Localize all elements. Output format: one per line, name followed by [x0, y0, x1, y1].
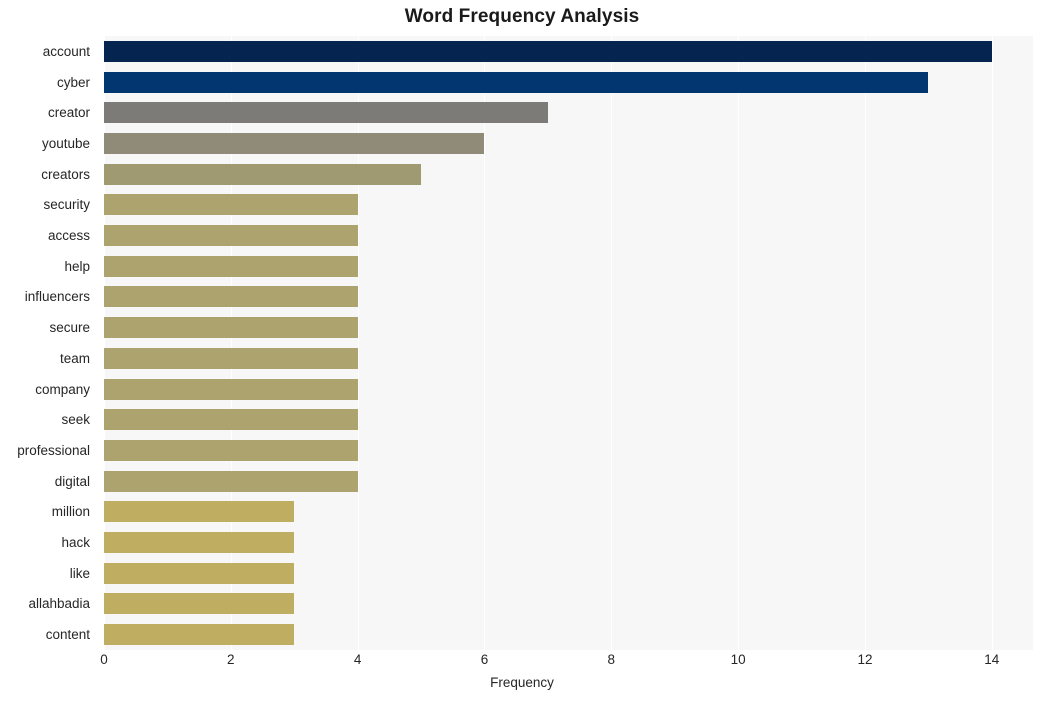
- x-tick-label: 4: [353, 652, 362, 667]
- y-tick-label: like: [69, 565, 90, 581]
- word-frequency-chart: Word Frequency Analysis account cyber crea…: [0, 0, 1044, 701]
- x-tick-label: 2: [227, 652, 235, 667]
- plot-area: [104, 36, 1033, 650]
- y-tick-label: company: [35, 381, 90, 397]
- x-tick-label: 10: [730, 652, 746, 667]
- bar: [104, 194, 358, 216]
- bar: [104, 40, 992, 62]
- y-tick-label: help: [64, 258, 90, 274]
- x-gridline: [738, 36, 740, 650]
- x-gridline: [611, 36, 613, 650]
- y-tick-label: creator: [47, 105, 90, 121]
- x-gridline: [104, 36, 105, 650]
- y-tick-label: seek: [61, 412, 90, 428]
- y-tick-label: professional: [17, 442, 90, 458]
- bar: [104, 317, 358, 339]
- y-tick-label: content: [45, 627, 90, 643]
- bar: [104, 132, 485, 154]
- bar: [104, 593, 295, 615]
- y-tick-label: secure: [49, 320, 90, 336]
- bar: [104, 347, 358, 369]
- y-tick-label: team: [59, 350, 90, 366]
- x-tick-label: 6: [480, 652, 489, 667]
- x-tick-label: 12: [857, 652, 873, 667]
- bar: [104, 102, 548, 124]
- bar: [104, 470, 358, 492]
- bar: [104, 255, 358, 277]
- x-tick-label: 8: [607, 652, 616, 667]
- bar: [104, 532, 295, 554]
- bar: [104, 501, 295, 523]
- bar: [104, 225, 358, 247]
- bar: [104, 378, 358, 400]
- bar: [104, 439, 358, 461]
- bar: [104, 562, 295, 584]
- x-tick-label: 14: [984, 652, 1000, 667]
- x-gridline: [357, 36, 359, 650]
- y-tick-label: influencers: [24, 289, 90, 305]
- y-tick-label: access: [47, 228, 90, 244]
- y-axis-labels: account cyber creator youtube creators securi…: [0, 36, 98, 650]
- y-tick-label: youtube: [41, 135, 90, 151]
- x-gridline: [484, 36, 486, 650]
- y-tick-label: cyber: [56, 74, 90, 90]
- x-gridline: [991, 36, 993, 650]
- bar: [104, 71, 929, 93]
- y-tick-label: million: [51, 504, 90, 520]
- y-tick-label: security: [43, 197, 90, 213]
- chart-title: Word Frequency Analysis: [404, 6, 640, 27]
- x-axis-title: Frequency: [490, 675, 554, 690]
- x-tick-label: 0: [100, 652, 108, 667]
- bar: [104, 624, 295, 646]
- y-tick-label: allahbadia: [28, 596, 90, 612]
- bar: [104, 409, 358, 431]
- y-tick-label: hack: [61, 535, 90, 551]
- y-tick-label: digital: [54, 473, 90, 489]
- x-gridline: [864, 36, 866, 650]
- y-tick-label: account: [42, 43, 90, 59]
- y-tick-label: creators: [41, 166, 90, 182]
- bar: [104, 163, 422, 185]
- bar: [104, 286, 358, 308]
- x-gridline: [230, 36, 232, 650]
